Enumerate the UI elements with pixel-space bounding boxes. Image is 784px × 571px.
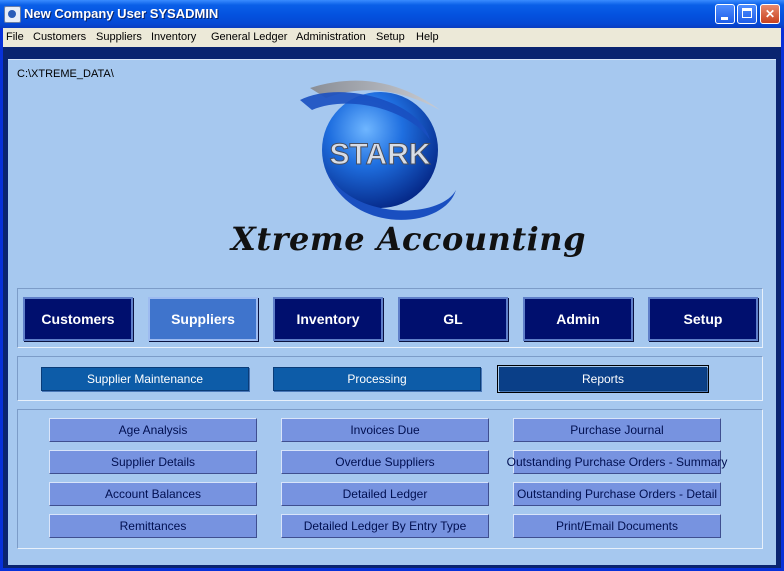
menu-help[interactable]: Help [416, 31, 439, 43]
report-purchase-journal-button[interactable]: Purchase Journal [513, 418, 721, 442]
processing-button[interactable]: Processing [273, 367, 481, 391]
title-bar[interactable]: New Company User SYSADMIN ✕ [0, 0, 784, 28]
app-icon[interactable] [4, 6, 21, 23]
report-detailed-ledger-button[interactable]: Detailed Ledger [281, 482, 489, 506]
module-gl-button[interactable]: GL [398, 297, 508, 341]
report-outstanding-po-summary-button[interactable]: Outstanding Purchase Orders - Summary [507, 450, 727, 474]
report-account-balances-button[interactable]: Account Balances [49, 482, 257, 506]
menu-administration[interactable]: Administration [296, 31, 366, 43]
maximize-button[interactable] [737, 4, 757, 24]
report-print-email-documents-button[interactable]: Print/Email Documents [513, 514, 721, 538]
module-inventory-button[interactable]: Inventory [273, 297, 383, 341]
submenu-panel: Supplier Maintenance Processing Reports [17, 356, 763, 401]
module-suppliers-button[interactable]: Suppliers [148, 297, 258, 341]
reports-button[interactable]: Reports [497, 365, 709, 393]
menu-general-ledger[interactable]: General Ledger [211, 31, 287, 43]
module-panel: Customers Suppliers Inventory GL Admin S… [17, 288, 763, 348]
menu-bar: File Customers Suppliers Inventory Gener… [3, 28, 781, 47]
main-area: C:\XTREME_DATA\ STARK Xtreme Accounting … [3, 47, 781, 568]
minimize-button[interactable] [715, 4, 735, 24]
report-outstanding-po-detail-button[interactable]: Outstanding Purchase Orders - Detail [513, 482, 721, 506]
globe-text: STARK [329, 138, 430, 171]
data-path-label: C:\XTREME_DATA\ [17, 68, 114, 80]
module-setup-button[interactable]: Setup [648, 297, 758, 341]
application-window: New Company User SYSADMIN ✕ File Custome… [0, 0, 784, 571]
menu-file[interactable]: File [6, 31, 24, 43]
report-remittances-button[interactable]: Remittances [49, 514, 257, 538]
menu-customers[interactable]: Customers [33, 31, 86, 43]
report-invoices-due-button[interactable]: Invoices Due [281, 418, 489, 442]
report-age-analysis-button[interactable]: Age Analysis [49, 418, 257, 442]
report-detailed-ledger-by-entry-type-button[interactable]: Detailed Ledger By Entry Type [281, 514, 489, 538]
menu-suppliers[interactable]: Suppliers [96, 31, 142, 43]
brand-title: Xtreme Accounting [231, 220, 586, 258]
module-admin-button[interactable]: Admin [523, 297, 633, 341]
module-customers-button[interactable]: Customers [23, 297, 133, 341]
main-panel: C:\XTREME_DATA\ STARK Xtreme Accounting … [8, 59, 776, 565]
close-button[interactable]: ✕ [760, 4, 780, 24]
reports-panel: Age Analysis Invoices Due Purchase Journ… [17, 409, 763, 549]
menu-setup[interactable]: Setup [376, 31, 405, 43]
menu-inventory[interactable]: Inventory [151, 31, 196, 43]
report-overdue-suppliers-button[interactable]: Overdue Suppliers [281, 450, 489, 474]
window-title: New Company User SYSADMIN [24, 6, 219, 21]
supplier-maintenance-button[interactable]: Supplier Maintenance [41, 367, 249, 391]
report-supplier-details-button[interactable]: Supplier Details [49, 450, 257, 474]
